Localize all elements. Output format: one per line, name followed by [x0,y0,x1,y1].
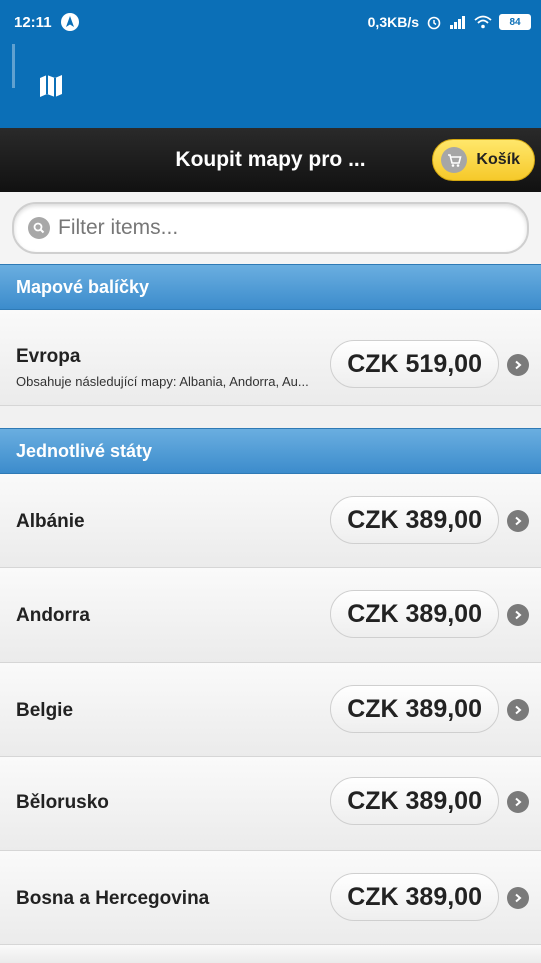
alarm-icon [427,16,441,30]
chevron-right-icon [507,887,529,909]
page-header: Koupit mapy pro ... Košík [0,128,541,192]
status-indicators: 0,3KB/s 84 [368,14,531,30]
signal-icon [450,16,465,29]
navigation-icon [60,13,79,31]
search-icon [28,217,50,239]
map-icon [40,75,62,97]
item-name: Andorra [16,605,90,626]
price-badge: CZK 389,00 [330,777,499,825]
status-time: 12:11 [14,13,52,31]
cart-label: Košík [476,151,520,168]
search-input[interactable] [58,216,513,240]
status-bar: 12:11 0,3KB/s 84 [0,0,541,44]
chevron-right-icon [507,791,529,813]
item-name: Albánie [16,511,85,532]
price-badge: CZK 389,00 [330,873,499,921]
section-divider-countries: Jednotlivé státy [0,428,541,474]
item-name: Belgie [16,700,74,721]
wifi-icon [474,15,492,29]
list-item[interactable]: Evropa Obsahuje následující mapy: Albani… [0,310,541,406]
chevron-right-icon [507,699,529,721]
list-item-partial [0,945,541,963]
item-name: Bosna a Hercegovina [16,888,210,909]
cart-button[interactable]: Košík [432,139,535,181]
list-item[interactable]: Andorra CZK 389,00 [0,568,541,663]
drawer-edge [12,44,15,88]
chevron-right-icon [507,604,529,626]
search-field [12,202,529,254]
price-badge: CZK 389,00 [330,685,499,733]
search-bar [0,192,541,264]
list-item[interactable]: Bělorusko CZK 389,00 [0,757,541,851]
cart-icon [441,147,468,173]
map-button[interactable] [34,69,68,103]
price-badge: CZK 519,00 [330,340,499,388]
network-speed: 0,3KB/s [367,14,419,30]
chevron-right-icon [507,354,529,376]
price-badge: CZK 389,00 [330,590,499,638]
price-badge: CZK 389,00 [330,496,499,544]
item-name: Bělorusko [16,792,109,813]
section-divider-map-packages: Mapové balíčky [0,264,541,310]
list-item[interactable]: Albánie CZK 389,00 [0,474,541,568]
app-bar [0,44,541,128]
list-item[interactable]: Bosna a Hercegovina CZK 389,00 [0,851,541,945]
chevron-right-icon [507,510,529,532]
battery-icon: 84 [499,14,531,30]
list-item[interactable]: Belgie CZK 389,00 [0,663,541,757]
item-name: Evropa [16,346,81,367]
